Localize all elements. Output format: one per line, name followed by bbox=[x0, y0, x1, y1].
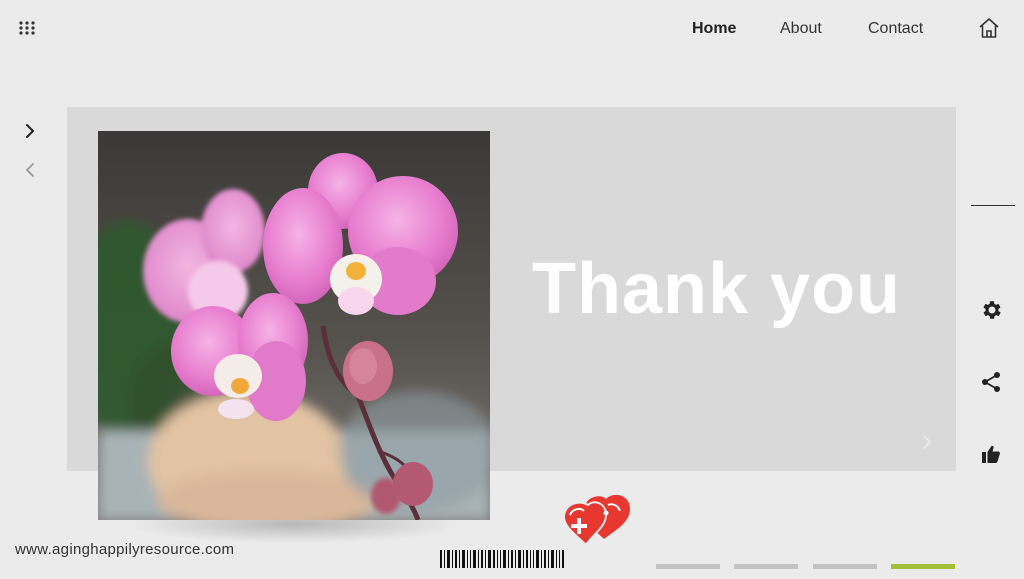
card-next-arrow-icon[interactable] bbox=[920, 434, 934, 450]
grid-menu-icon[interactable] bbox=[18, 20, 36, 36]
progress-segment-2[interactable] bbox=[734, 564, 798, 569]
progress-segment-1[interactable] bbox=[656, 564, 720, 569]
progress-segment-3[interactable] bbox=[813, 564, 877, 569]
progress-segment-4-current[interactable] bbox=[891, 564, 955, 569]
gear-icon[interactable] bbox=[979, 298, 1003, 322]
barcode bbox=[440, 550, 564, 568]
nav-about[interactable]: About bbox=[780, 20, 822, 38]
orchid-photo bbox=[98, 131, 490, 520]
nav-contact[interactable]: Contact bbox=[868, 20, 923, 38]
previous-slide-arrow-icon[interactable] bbox=[21, 161, 39, 179]
thank-you-heading: Thank you bbox=[532, 249, 902, 329]
thumbs-up-icon[interactable] bbox=[981, 444, 1001, 464]
next-slide-arrow-icon[interactable] bbox=[21, 122, 39, 140]
share-icon[interactable] bbox=[980, 371, 1002, 393]
right-divider bbox=[971, 205, 1015, 206]
heart-logo bbox=[562, 494, 630, 547]
nav-home[interactable]: Home bbox=[692, 20, 736, 38]
home-icon[interactable] bbox=[977, 16, 1001, 40]
website-url: www.aginghappilyresource.com bbox=[15, 541, 235, 558]
